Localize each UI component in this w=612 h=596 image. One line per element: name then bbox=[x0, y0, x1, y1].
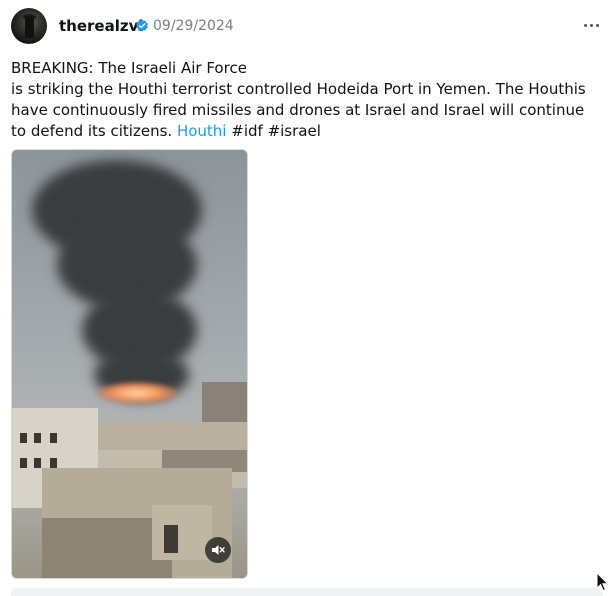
verified-badge-icon bbox=[136, 19, 148, 32]
fire-glow bbox=[97, 382, 177, 404]
tower-building bbox=[202, 382, 247, 422]
window bbox=[20, 433, 27, 443]
window bbox=[34, 433, 41, 443]
window bbox=[20, 458, 27, 468]
window bbox=[34, 458, 41, 468]
doorway bbox=[164, 525, 178, 553]
window bbox=[50, 458, 57, 468]
mouse-cursor-icon bbox=[596, 572, 610, 592]
mute-toggle-button[interactable] bbox=[205, 537, 231, 563]
avatar-figure-body bbox=[25, 16, 34, 38]
post-date[interactable]: 09/29/2024 bbox=[153, 18, 234, 34]
avatar[interactable] bbox=[11, 8, 47, 44]
next-post-edge bbox=[11, 588, 603, 596]
post-text: BREAKING: The Israeli Air Force is strik… bbox=[11, 58, 603, 142]
houthi-link[interactable]: Houthi bbox=[177, 122, 227, 140]
post-header: therealzvi 09/29/2024 bbox=[11, 8, 601, 44]
more-options-icon[interactable] bbox=[583, 16, 601, 34]
author-username[interactable]: therealzvi bbox=[59, 17, 144, 35]
foreground-structure bbox=[152, 505, 212, 560]
rooftop-terrace bbox=[98, 422, 247, 452]
post-video[interactable] bbox=[11, 149, 248, 579]
window bbox=[50, 433, 57, 443]
post-hashtags[interactable]: #idf #israel bbox=[231, 122, 321, 140]
muted-speaker-icon bbox=[212, 545, 225, 555]
post-text-line1: BREAKING: The Israeli Air Force bbox=[11, 59, 247, 77]
